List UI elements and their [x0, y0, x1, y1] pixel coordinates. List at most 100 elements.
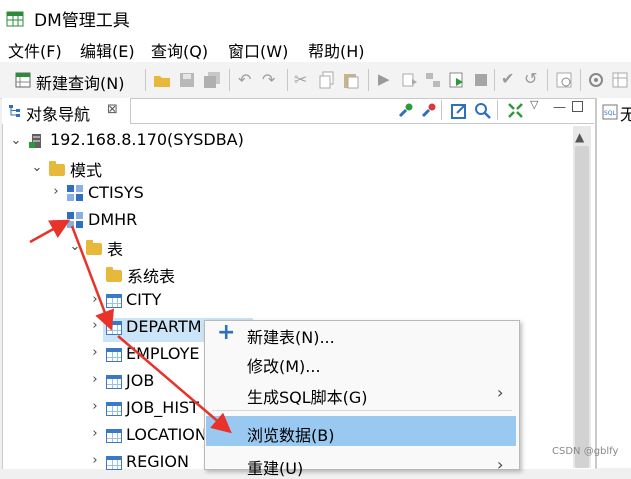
toolbar-separator [287, 69, 288, 91]
tree-node-table-selected[interactable]: DEPARTM [126, 317, 202, 336]
rollback-icon[interactable]: ↺ [524, 69, 537, 88]
tree-node-system-tables[interactable]: 系统表 [127, 263, 175, 287]
disconnect-icon[interactable] [420, 102, 437, 119]
tree-node-table[interactable]: CITY [126, 290, 161, 309]
chevron-right-icon[interactable]: › [88, 345, 102, 360]
chevron-right-icon[interactable]: › [88, 426, 102, 441]
sql-file-icon: SQL [602, 104, 618, 120]
chevron-right-icon[interactable]: › [88, 453, 102, 468]
tree-node-schema-dmhr[interactable]: DMHR [88, 210, 137, 229]
editor-panel [596, 98, 631, 468]
run-step-icon[interactable] [400, 71, 418, 89]
schema-icon [67, 185, 83, 201]
paste-icon[interactable] [342, 71, 360, 89]
execute-plan-icon[interactable] [448, 71, 466, 89]
maximize-icon[interactable] [572, 101, 583, 112]
table-icon [106, 294, 122, 308]
app-icon [6, 11, 24, 27]
scrollbar-thumb[interactable] [575, 146, 589, 468]
tree-node-table[interactable]: JOB [126, 371, 154, 390]
tree-node-schema-ctisys[interactable]: CTISYS [88, 183, 144, 202]
run-icon[interactable]: ▶ [378, 70, 390, 88]
edit-icon[interactable] [451, 102, 468, 119]
watermark: CSDN @gblfy [552, 446, 619, 457]
submenu-arrow-icon: › [497, 383, 504, 402]
toolbar-separator [497, 100, 498, 120]
chevron-right-icon[interactable]: › [88, 292, 102, 307]
window-title: DM管理工具 [34, 11, 130, 31]
tree-node-table[interactable]: LOCATION [126, 425, 207, 444]
new-query-icon[interactable] [14, 71, 32, 89]
chevron-down-icon[interactable]: ⌄ [68, 239, 82, 254]
tree-node-schemas[interactable]: 模式 [70, 157, 102, 181]
toolbar-separator [547, 69, 548, 91]
menu-help[interactable]: 帮助(H) [308, 38, 365, 62]
chevron-down-icon[interactable]: ⌄ [9, 133, 23, 148]
menu-item-rebuild-label[interactable]: 重建(U) [247, 455, 303, 479]
cut-icon[interactable]: ✂ [294, 70, 307, 89]
chevron-right-icon[interactable]: › [88, 399, 102, 414]
save-icon[interactable] [178, 71, 196, 89]
svg-text:SQL: SQL [604, 110, 617, 117]
toolbar-separator [368, 69, 369, 91]
editor-tab-title[interactable]: 无 [620, 101, 631, 125]
tab-divider [130, 123, 594, 124]
database-server-icon [29, 134, 41, 148]
tree-node-server[interactable]: 192.168.8.170(SYSDBA) [50, 130, 244, 149]
connect-icon[interactable] [397, 102, 414, 119]
navigator-tab-title: 对象导航 [26, 105, 91, 124]
toolbar-separator [229, 69, 230, 91]
close-icon[interactable]: ⊠ [107, 102, 118, 117]
menu-edit[interactable]: 编辑(E) [80, 38, 135, 62]
copy-icon[interactable] [318, 71, 336, 89]
save-all-icon[interactable] [203, 71, 221, 89]
navigator-tree-icon [9, 105, 20, 117]
toolbar-separator [494, 69, 495, 91]
new-query-button[interactable]: 新建查询(N) [36, 70, 124, 94]
tree-node-table[interactable]: JOB_HIST [126, 398, 199, 417]
menu-separator [212, 410, 512, 411]
submenu-arrow-icon: › [497, 455, 504, 474]
menu-item-new-table-label[interactable]: 新建表(N)... [247, 324, 335, 348]
sql-format-icon[interactable] [555, 71, 573, 89]
open-folder-icon[interactable] [153, 71, 171, 89]
folder-icon [106, 267, 122, 282]
chevron-right-icon[interactable]: › [88, 372, 102, 387]
folder-icon [49, 161, 65, 176]
grid-icon[interactable] [611, 71, 629, 89]
tree-node-tables[interactable]: 表 [107, 236, 123, 260]
redo-icon[interactable]: ↷ [262, 70, 275, 89]
collapse-all-icon[interactable] [507, 102, 524, 119]
plus-icon: + [217, 320, 236, 345]
minimize-icon[interactable]: — [553, 100, 566, 115]
folder-icon [86, 240, 102, 255]
settings-gear-icon[interactable] [587, 71, 605, 89]
menu-item-generate-sql-label[interactable]: 生成SQL脚本(G) [247, 384, 368, 408]
toolbar-separator [145, 69, 146, 91]
menu-file[interactable]: 文件(F) [8, 38, 62, 62]
view-menu-icon[interactable]: ▽ [530, 98, 538, 111]
undo-icon[interactable]: ↶ [238, 70, 251, 89]
tree-node-table[interactable]: EMPLOYE [126, 344, 200, 363]
table-icon [106, 375, 122, 389]
toolbar-separator [441, 100, 442, 120]
chevron-right-icon[interactable]: › [88, 318, 102, 333]
chevron-down-icon[interactable]: ⌄ [49, 212, 63, 227]
commit-icon[interactable]: ✔ [501, 69, 514, 88]
toolbar-separator [580, 69, 581, 91]
chevron-right-icon[interactable]: › [49, 184, 63, 199]
scroll-up-arrow[interactable]: ▲ [575, 130, 584, 144]
table-icon [106, 321, 122, 335]
search-icon[interactable] [474, 102, 491, 119]
table-icon [106, 429, 122, 443]
menu-query[interactable]: 查询(Q) [151, 38, 208, 62]
menu-window[interactable]: 窗口(W) [228, 38, 288, 62]
menu-item-modify-label[interactable]: 修改(M)... [247, 353, 321, 377]
stop-icon[interactable] [472, 71, 490, 89]
chevron-down-icon[interactable]: ⌄ [30, 160, 44, 175]
table-icon [106, 402, 122, 416]
table-icon [106, 348, 122, 362]
tree-node-table[interactable]: REGION [126, 452, 189, 471]
run-script-icon[interactable] [424, 71, 442, 89]
menu-item-browse-data-label[interactable]: 浏览数据(B) [247, 422, 334, 446]
